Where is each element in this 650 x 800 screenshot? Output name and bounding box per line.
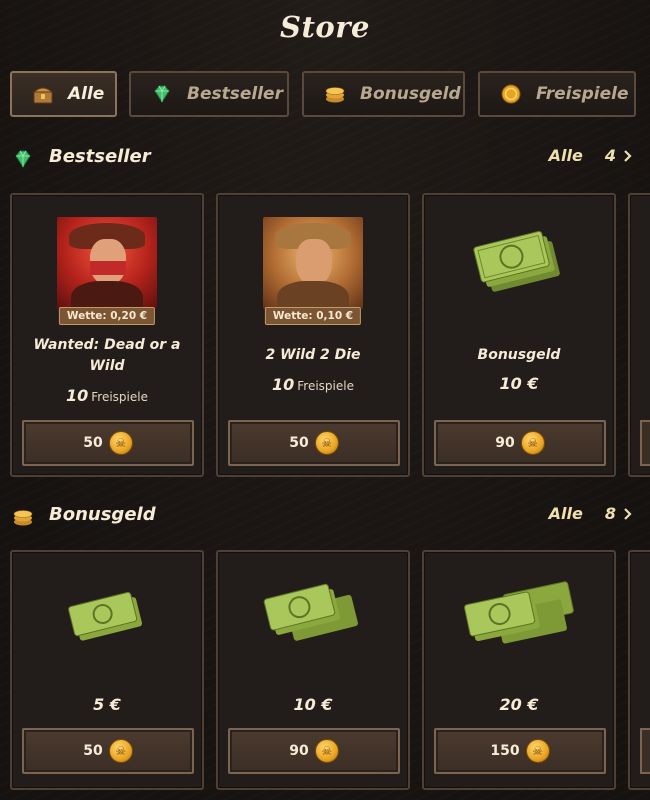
thumb-bandana [90,261,126,275]
thumb-face [296,239,332,285]
tab-label: Bestseller [187,84,283,104]
chest-icon [32,83,54,105]
product-card[interactable]: Bonusgeld 10 € 90 ☠ [422,193,616,477]
skull-coin-icon: ☠ [108,431,133,455]
chevron-right-icon [624,149,632,162]
thumb-body [71,281,143,309]
spins-info: 10 Freispiele [12,386,202,405]
product-card[interactable]: Wette: 0,10 € 2 Wild 2 Die 10 Freispiele … [216,193,410,477]
product-card-partial[interactable] [628,193,650,477]
item-count: 4 [604,146,616,165]
game-thumbnail [57,217,157,309]
product-card[interactable]: 5 € 50 ☠ [10,550,204,790]
cash-stack-icon [464,581,574,644]
spins-label: Freispiele [297,379,354,393]
section-title: Bonusgeld [49,504,156,525]
price: 150 [490,743,520,759]
product-name: Bonusgeld [477,347,561,363]
cash-stack-icon [68,591,143,641]
tab-label: Freispiele [536,84,629,104]
section-title: Bestseller [49,146,151,167]
skull-coin-icon: ☠ [520,431,545,455]
buy-button[interactable]: 150 ☠ [434,728,606,774]
item-count: 8 [604,504,616,523]
cash-stack-icon [263,583,358,641]
game-thumbnail [263,217,363,309]
game-thumbnail-wrap [12,217,202,309]
cash-amount: 10 € [293,695,333,714]
chevron-right-icon [624,507,632,520]
cash-art-wrap [424,227,614,297]
section-header-bestseller: Bestseller Alle 4 [0,144,650,174]
buy-button[interactable]: 90 ☠ [434,420,606,466]
tab-label: Alle [68,84,105,104]
buy-button[interactable] [640,420,650,466]
see-all-label: Alle [548,146,583,165]
buy-button[interactable]: 50 ☠ [22,420,194,466]
cash-art-wrap [12,580,202,650]
spins-count: 10 [66,386,89,405]
cash-art-wrap [218,574,408,650]
tab-alle[interactable]: Alle [10,71,117,117]
spins-info: 10 Freispiele [218,375,408,394]
buy-button[interactable]: 50 ☠ [22,728,194,774]
coins-stack-icon [324,83,346,105]
product-name: 2 Wild 2 Die [265,347,361,363]
bet-badge: Wette: 0,20 € [58,307,156,325]
skull-coin-icon: ☠ [108,739,133,763]
price: 50 [83,435,103,451]
price: 90 [289,743,309,759]
thumb-body [277,281,349,309]
tab-bestseller[interactable]: Bestseller [129,71,289,117]
category-tabs: Alle Bestseller Bonusgeld Freispiele [0,71,650,119]
buy-button[interactable]: 50 ☠ [228,420,400,466]
cash-stack-icon [473,230,560,292]
see-all-link[interactable]: Alle 4 [549,146,632,165]
see-all-link[interactable]: Alle 8 [549,504,632,523]
gem-icon [151,83,173,105]
cash-amount: 20 € [499,695,539,714]
cash-art-wrap [424,574,614,654]
price: 90 [495,435,515,451]
coins-stack-icon [12,507,34,527]
product-card-partial[interactable] [628,550,650,790]
skull-coin-icon: ☠ [525,739,550,763]
product-card[interactable]: Wette: 0,20 € Wanted: Dead or a Wild 10 F… [10,193,204,477]
skull-coin-icon: ☠ [314,739,339,763]
spins-label: Freispiele [91,390,148,404]
product-name: Wanted: Dead or a Wild [33,337,181,374]
game-thumbnail-wrap [218,217,408,309]
product-card[interactable]: 10 € 90 ☠ [216,550,410,790]
tab-freispiele[interactable]: Freispiele [478,71,636,117]
see-all-label: Alle [548,504,583,523]
product-card[interactable]: 20 € 150 ☠ [422,550,616,790]
spins-count: 10 [272,375,295,394]
tab-label: Bonusgeld [360,84,461,104]
page-title: Store [280,10,370,44]
buy-button[interactable] [640,728,650,774]
section-header-bonusgeld: Bonusgeld Alle 8 [0,502,650,532]
cash-amount: 10 € [499,374,539,393]
price: 50 [289,435,309,451]
skull-coin-icon: ☠ [314,431,339,455]
price: 50 [83,743,103,759]
bet-badge: Wette: 0,10 € [264,307,362,325]
cash-amount: 5 € [93,695,121,714]
gem-icon [12,149,34,169]
tab-bonusgeld[interactable]: Bonusgeld [302,71,465,117]
buy-button[interactable]: 90 ☠ [228,728,400,774]
coin-icon [500,83,522,105]
